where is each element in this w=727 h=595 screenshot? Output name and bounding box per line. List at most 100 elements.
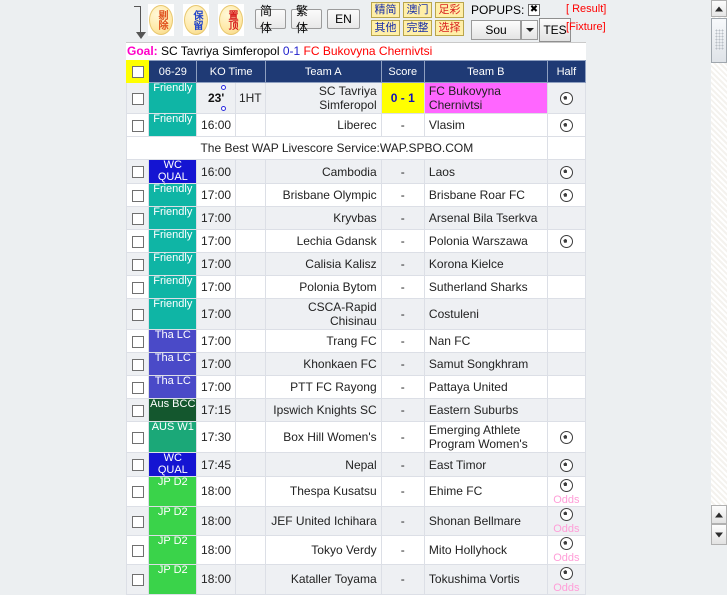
team-a-cell[interactable]: Kataller Toyama bbox=[264, 564, 382, 595]
page-scrollbar-track[interactable] bbox=[711, 0, 727, 545]
half-cell[interactable] bbox=[546, 329, 587, 354]
sound-select[interactable]: Sou bbox=[471, 20, 521, 40]
row-select-cell[interactable] bbox=[125, 252, 150, 277]
row-select-cell[interactable] bbox=[125, 113, 150, 137]
row-checkbox[interactable] bbox=[131, 235, 144, 248]
team-a-cell[interactable]: Tokyo Verdy bbox=[264, 534, 382, 566]
team-a-cell[interactable]: Nepal bbox=[264, 452, 382, 478]
team-a-cell[interactable]: Khonkaen FC bbox=[264, 352, 382, 377]
half-cell[interactable] bbox=[546, 113, 587, 137]
half-cell[interactable] bbox=[546, 375, 587, 400]
half-cell[interactable]: Odds bbox=[546, 505, 587, 536]
popups-close-icon[interactable]: ✖ bbox=[528, 4, 540, 16]
row-select-cell[interactable] bbox=[125, 229, 150, 254]
filter-macau-button[interactable]: 澳门 bbox=[403, 2, 432, 18]
half-cell[interactable] bbox=[546, 298, 587, 331]
team-b-cell[interactable]: Shonan Bellmare bbox=[423, 505, 548, 536]
row-checkbox[interactable] bbox=[131, 308, 144, 321]
table-row[interactable]: Friendly 17:00 Lechia Gdansk - Polonia Warsz… bbox=[125, 229, 587, 254]
half-cell[interactable]: Odds bbox=[546, 534, 587, 566]
team-b-cell[interactable]: Mito Hollyhock bbox=[423, 534, 548, 566]
row-checkbox[interactable] bbox=[131, 358, 144, 371]
league-cell[interactable]: JP D2 bbox=[148, 534, 198, 566]
lang-traditional-button[interactable]: 繁体 bbox=[291, 4, 322, 35]
team-b-cell[interactable]: Nan FC bbox=[423, 329, 548, 354]
table-row[interactable]: Friendly 16:00 Liberec - Vlasim bbox=[125, 113, 587, 137]
half-cell[interactable]: Odds bbox=[546, 564, 587, 595]
team-a-cell[interactable]: Kryvbas bbox=[264, 206, 382, 231]
row-select-cell[interactable] bbox=[125, 298, 150, 331]
row-checkbox[interactable] bbox=[131, 335, 144, 348]
table-row[interactable]: Tha LC 17:00 PTT FC Rayong - Pattaya United bbox=[125, 375, 587, 400]
league-cell[interactable]: AUS W1 bbox=[148, 421, 198, 454]
table-row[interactable]: AUS W1 17:30 Box Hill Women's - Emerging Ath… bbox=[125, 421, 587, 454]
league-cell[interactable]: WC QUAL bbox=[148, 452, 198, 478]
table-row[interactable]: WC QUAL 17:45 Nepal - East Timor bbox=[125, 452, 587, 478]
half-cell[interactable] bbox=[546, 229, 587, 254]
table-row[interactable]: Friendly 17:00 Kryvbas - Arsenal Bila Tserkv… bbox=[125, 206, 587, 231]
half-cell[interactable] bbox=[546, 452, 587, 478]
row-select-cell[interactable] bbox=[125, 158, 150, 185]
half-cell[interactable] bbox=[546, 398, 587, 423]
team-a-cell[interactable]: JEF United Ichihara bbox=[264, 505, 382, 536]
league-cell[interactable]: JP D2 bbox=[148, 564, 198, 595]
row-select-cell[interactable] bbox=[125, 452, 150, 478]
team-a-cell[interactable]: Ipswich Knights SC bbox=[264, 398, 382, 423]
team-a-cell[interactable]: Liberec bbox=[264, 113, 382, 137]
remove-button[interactable]: 剔除 bbox=[148, 4, 174, 36]
half-cell[interactable] bbox=[546, 183, 587, 208]
row-select-cell[interactable] bbox=[125, 329, 150, 354]
row-checkbox[interactable] bbox=[131, 92, 144, 105]
league-cell[interactable]: Friendly bbox=[148, 113, 198, 137]
team-b-cell[interactable]: Polonia Warszawa bbox=[423, 229, 548, 254]
league-cell[interactable]: Friendly bbox=[148, 183, 198, 208]
team-a-cell[interactable]: Lechia Gdansk bbox=[264, 229, 382, 254]
table-row[interactable]: Friendly 17:00 Polonia Bytom - Sutherland Sh… bbox=[125, 275, 587, 300]
row-checkbox[interactable] bbox=[131, 166, 144, 179]
team-b-cell[interactable]: Arsenal Bila Tserkva bbox=[423, 206, 548, 231]
league-cell[interactable]: JP D2 bbox=[148, 505, 198, 536]
team-a-cell[interactable]: Trang FC bbox=[264, 329, 382, 354]
team-a-cell[interactable]: Thespa Kusatsu bbox=[264, 476, 382, 507]
scrollbar-thumb[interactable] bbox=[711, 18, 727, 63]
half-cell[interactable] bbox=[546, 421, 587, 454]
row-select-cell[interactable] bbox=[125, 206, 150, 231]
select-all-header[interactable] bbox=[125, 60, 150, 83]
row-checkbox[interactable] bbox=[131, 119, 144, 132]
row-checkbox[interactable] bbox=[131, 212, 144, 225]
team-a-cell[interactable]: Polonia Bytom bbox=[264, 275, 382, 300]
filter-complete-button[interactable]: 完整 bbox=[403, 20, 432, 36]
league-cell[interactable]: Friendly bbox=[148, 298, 198, 331]
table-row[interactable]: JP D2 18:00 Thespa Kusatsu - Ehime FC Odds bbox=[125, 476, 587, 507]
row-select-cell[interactable] bbox=[125, 82, 150, 114]
fixture-link[interactable]: [Fixture] bbox=[566, 21, 606, 33]
scroll-up-button[interactable] bbox=[711, 0, 727, 17]
row-select-cell[interactable] bbox=[125, 183, 150, 208]
select-all-checkbox[interactable] bbox=[131, 65, 144, 78]
row-checkbox[interactable] bbox=[131, 404, 144, 417]
row-select-cell[interactable] bbox=[125, 275, 150, 300]
scroll-up-button-secondary[interactable] bbox=[711, 505, 727, 524]
result-link[interactable]: [ Result] bbox=[566, 3, 606, 15]
team-b-cell[interactable]: Emerging Athlete Program Women's bbox=[423, 421, 548, 454]
table-row[interactable]: Tha LC 17:00 Khonkaen FC - Samut Songkhram bbox=[125, 352, 587, 377]
half-cell[interactable] bbox=[546, 352, 587, 377]
league-cell[interactable]: JP D2 bbox=[148, 476, 198, 507]
team-b-cell[interactable]: Laos bbox=[423, 158, 548, 185]
half-cell[interactable] bbox=[546, 158, 587, 185]
lang-english-button[interactable]: EN bbox=[327, 9, 360, 29]
row-checkbox[interactable] bbox=[131, 189, 144, 202]
odds-link[interactable]: Odds bbox=[553, 552, 579, 564]
sound-select-chevron-down-icon[interactable] bbox=[521, 20, 538, 40]
row-checkbox[interactable] bbox=[131, 258, 144, 271]
team-a-cell[interactable]: Box Hill Women's bbox=[264, 421, 382, 454]
team-b-cell[interactable]: Korona Kielce bbox=[423, 252, 548, 277]
team-b-cell[interactable]: Tokushima Vortis bbox=[423, 564, 548, 595]
row-checkbox[interactable] bbox=[131, 574, 144, 587]
row-select-cell[interactable] bbox=[125, 476, 150, 507]
team-a-cell[interactable]: SC Tavriya Simferopol bbox=[264, 82, 382, 114]
team-b-cell[interactable]: Pattaya United bbox=[423, 375, 548, 400]
filter-other-button[interactable]: 其他 bbox=[371, 20, 400, 36]
team-b-cell[interactable]: Brisbane Roar FC bbox=[423, 183, 548, 208]
team-b-cell[interactable]: Costuleni bbox=[423, 298, 548, 331]
